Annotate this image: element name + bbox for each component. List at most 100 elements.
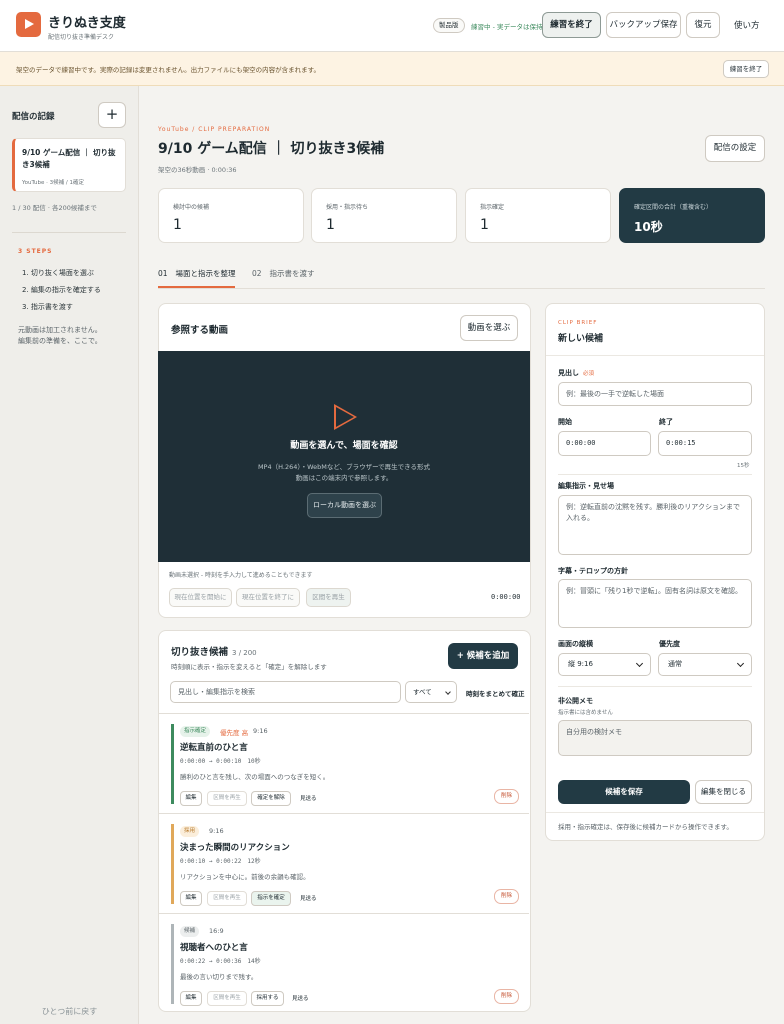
practice-status: 練習中 - 実データは保持 — [471, 23, 543, 31]
sidebar-note-line: 元動画は加工されません。 — [18, 326, 102, 334]
tab-label: 指示書を渡す — [269, 269, 315, 278]
stat-value: 1 — [326, 217, 335, 233]
play-range-button[interactable]: 区間を再生 — [207, 791, 247, 806]
page-title: 9/10 ゲーム配信 ｜ 切り抜き3候補 — [158, 141, 385, 157]
candidate-search-input[interactable]: 見出し・編集指示を検索 — [170, 681, 401, 703]
brief-divider — [558, 686, 752, 687]
set-end-button[interactable]: 現在位置を終了に — [236, 588, 300, 607]
private-memo-hint: 指示書には含めません — [558, 710, 613, 716]
notice-end-practice-button[interactable]: 練習を終了 — [723, 60, 769, 78]
brief-divider — [558, 474, 752, 475]
video-placeholder-desc: MP4（H.264）・WebMなど、ブラウザーで再生できる形式 — [257, 463, 431, 471]
delete-button[interactable]: 削除 — [494, 989, 519, 1004]
help-link[interactable]: 使い方 — [734, 19, 760, 31]
bulk-confirm-button[interactable]: 時刻をまとめて確正 — [466, 688, 525, 698]
steps-heading: 3 STEPS — [18, 248, 53, 255]
private-memo-textarea[interactable]: 自分用の検討メモ — [558, 720, 752, 756]
candidate-title: 決まった瞬間のリアクション — [180, 843, 290, 853]
end-time-input[interactable]: 0:00:15 — [658, 431, 752, 456]
status-bar — [171, 724, 174, 804]
tab-organize[interactable]: 01 場面と指示を整理 — [158, 268, 236, 279]
candidate-row: 指示確定 優先度 高 9:16 逆転直前のひと言 0:00:00 → 0:00:… — [159, 713, 529, 813]
tab-label: 場面と指示を整理 — [175, 269, 236, 278]
candidate-filter-select[interactable]: すべて — [405, 681, 457, 703]
edit-instruction-label: 編集指示・見せ場 — [558, 482, 614, 490]
caption-policy-textarea[interactable]: 例：冒頭に「残り1秒で逆転」。固有名詞は原文を確認。 — [558, 579, 752, 628]
stat-card-total: 確定区間の合計（重複含む） 10秒 — [619, 188, 765, 243]
video-placeholder-heading: 動画を選んで、場面を確認 — [290, 441, 398, 451]
active-tab-indicator — [158, 286, 235, 288]
headline-input[interactable]: 例：最後の一手で逆転した場面 — [558, 382, 752, 406]
priority-select[interactable]: 通常 — [658, 653, 752, 676]
tab-handoff[interactable]: 02 指示書を渡す — [252, 268, 315, 279]
start-label: 開始 — [558, 418, 572, 426]
unconfirm-button[interactable]: 確定を解除 — [251, 791, 291, 806]
video-time: 0:00:00 — [491, 593, 521, 601]
stream-item-meta: YouTube · 3候補 / 1確定 — [22, 180, 84, 186]
stream-item[interactable]: 9/10 ゲーム配信 ｜ 切り抜き3候補 YouTube · 3候補 / 1確定 — [12, 138, 126, 192]
candidates-title: 切り抜き候補 3 / 200 — [171, 644, 257, 658]
play-logo-icon — [16, 12, 41, 37]
edit-button[interactable]: 編集 — [180, 991, 202, 1006]
sidebar-title: 配信の記録 — [12, 112, 55, 122]
video-player[interactable] — [158, 351, 530, 562]
edit-button[interactable]: 編集 — [180, 891, 202, 906]
edit-button[interactable]: 編集 — [180, 791, 202, 806]
skip-button[interactable]: 見送る — [292, 994, 309, 1002]
candidate-time: 0:00:22 → 0:00:36 14秒 — [180, 958, 261, 965]
candidate-time: 0:00:00 → 0:00:10 10秒 — [180, 758, 261, 765]
stream-item-title: 9/10 ゲーム配信 ｜ 切り抜き3候補 — [22, 148, 116, 169]
undo-button[interactable]: ひとつ前に戻す — [0, 1006, 139, 1017]
close-editor-button[interactable]: 編集を閉じる — [695, 780, 752, 804]
candidates-count: 3 / 200 — [232, 649, 257, 657]
stat-value: 10秒 — [634, 220, 663, 234]
backup-button[interactable]: バックアップ保存 — [606, 12, 681, 38]
brief-title: 新しい候補 — [558, 334, 604, 344]
stream-settings-button[interactable]: 配信の設定 — [705, 135, 765, 162]
app-subtitle: 配信切り抜き準備デスク — [48, 34, 115, 41]
save-candidate-button[interactable]: 候補を保存 — [558, 780, 690, 804]
local-video-button[interactable]: ローカル動画を選ぶ — [307, 493, 382, 518]
sidebar: 配信の記録 + 9/10 ゲーム配信 ｜ 切り抜き3候補 YouTube · 3… — [0, 86, 139, 1024]
sidebar-note-line: 編集前の準備を、ここで。 — [18, 337, 102, 345]
aspect-ratio-select[interactable]: 縦 9:16 — [558, 653, 651, 676]
video-placeholder-desc: 動画はこの端末内で参照します。 — [295, 474, 393, 482]
app-header: きりぬき支度 配信切り抜き準備デスク 製品版 練習中 - 実データは保持 練習を… — [0, 0, 784, 52]
priority-tag: 優先度 高 — [220, 729, 249, 737]
skip-button[interactable]: 見送る — [300, 794, 317, 802]
edition-badge: 製品版 — [433, 18, 465, 33]
tab-number: 01 — [158, 269, 168, 278]
required-mark: 必須 — [583, 371, 595, 377]
adopt-button[interactable]: 採用する — [251, 991, 284, 1006]
play-icon — [334, 404, 357, 430]
sidebar-note: 元動画は加工されません。 編集前の準備を、ここで。 — [18, 325, 102, 347]
candidate-time: 0:00:10 → 0:00:22 12秒 — [180, 858, 261, 865]
brief-divider — [546, 355, 764, 356]
start-time-input[interactable]: 0:00:00 — [558, 431, 651, 456]
skip-button[interactable]: 見送る — [300, 894, 317, 902]
confirm-button[interactable]: 指示を確定 — [251, 891, 291, 906]
choose-video-button[interactable]: 動画を選ぶ — [460, 315, 518, 341]
private-memo-label: 非公開メモ — [558, 697, 593, 705]
ratio-tag: 9:16 — [253, 727, 268, 735]
edit-instruction-textarea[interactable]: 例：逆転直前の沈黙を残す。勝利後のリアクションまで入れる。 — [558, 495, 752, 555]
stat-label: 確定区間の合計（重複含む） — [634, 204, 713, 211]
step-item: 2. 編集の指示を確定する — [22, 286, 101, 294]
step-item: 1. 切り抜く場面を選ぶ — [22, 269, 94, 277]
stream-count: 1 / 30 配信 · 各200候補まで — [12, 204, 97, 212]
status-bar — [171, 824, 174, 904]
candidate-note: 最後の言い切りまで残す。 — [180, 973, 258, 981]
set-start-button[interactable]: 現在位置を開始に — [169, 588, 232, 607]
end-practice-button[interactable]: 練習を終了 — [542, 12, 601, 38]
end-label: 終了 — [659, 418, 673, 426]
add-candidate-button[interactable]: + 候補を追加 — [448, 643, 518, 669]
play-range-button[interactable]: 区間を再生 — [207, 991, 247, 1006]
play-range-button[interactable]: 区間を再生 — [306, 588, 351, 607]
add-stream-button[interactable]: + — [98, 102, 126, 128]
delete-button[interactable]: 削除 — [494, 889, 519, 904]
play-range-button[interactable]: 区間を再生 — [207, 891, 247, 906]
page-eyebrow: YouTube / CLIP PREPARATION — [158, 126, 271, 133]
restore-button[interactable]: 復元 — [686, 12, 720, 38]
notice-text: 架空のデータで練習中です。実際の記録は変更されません。出力ファイルにも架空の内容… — [16, 66, 321, 74]
delete-button[interactable]: 削除 — [494, 789, 519, 804]
